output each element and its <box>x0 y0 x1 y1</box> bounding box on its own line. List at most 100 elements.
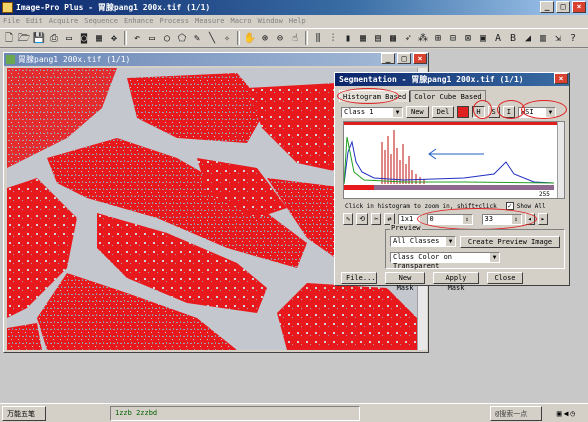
toolbar-separator <box>237 31 240 45</box>
camera-icon[interactable]: ◙ <box>77 31 91 46</box>
network-icon[interactable]: ▣ <box>557 409 562 418</box>
volume-icon[interactable]: ◀ <box>564 409 569 418</box>
macro-icon[interactable]: ⊠ <box>461 31 475 46</box>
status-text: 1zzb 2zzbd <box>115 408 158 417</box>
calibration-icon[interactable]: ⊟ <box>446 31 460 46</box>
menu-acquire[interactable]: Acquire <box>49 15 79 28</box>
histogram-scrollbar[interactable] <box>557 122 564 198</box>
range-left-icon[interactable]: ◂ <box>524 213 535 225</box>
puzzle-icon[interactable]: ✥ <box>107 31 121 46</box>
open-folder-icon[interactable]: 🗁 <box>17 31 31 46</box>
chevron-down-icon[interactable]: ▼ <box>393 107 402 117</box>
color-icon[interactable]: ▣ <box>476 31 490 46</box>
cut-icon[interactable]: ✂ <box>371 213 382 225</box>
segmentation-dialog[interactable]: Segmentation - 胃腺pang1 200x.tif (1/1) × … <box>334 72 570 292</box>
ellipse-icon[interactable]: ○ <box>160 31 174 46</box>
channel-i-button[interactable]: I <box>502 106 515 118</box>
help-icon[interactable]: ? <box>566 31 580 46</box>
menu-process[interactable]: Process <box>159 15 189 28</box>
apply-mask-button[interactable]: Apply Mask <box>433 272 479 292</box>
menu-file[interactable]: File <box>3 15 20 28</box>
file-button[interactable]: File... <box>341 272 377 284</box>
menu-sequence[interactable]: Sequence <box>84 15 118 28</box>
show-all-checkbox[interactable]: ✓ <box>505 202 514 210</box>
magic-wand-icon[interactable]: ✧ <box>220 31 234 46</box>
arrow-icon[interactable]: ➶ <box>401 31 415 46</box>
menu-measure[interactable]: Measure <box>195 15 225 28</box>
histogram-panel[interactable]: 255 <box>343 121 565 199</box>
zoom-in-icon[interactable]: ⊕ <box>258 31 272 46</box>
freehand-icon[interactable]: ✎ <box>190 31 204 46</box>
clock-icon[interactable]: ◷ <box>570 409 575 418</box>
image-icon[interactable]: ▦ <box>92 31 106 46</box>
rectangle-icon[interactable]: ▭ <box>145 31 159 46</box>
print-icon[interactable]: ⎙ <box>47 31 61 46</box>
image-icon <box>6 55 15 64</box>
line-icon[interactable]: ╲ <box>205 31 219 46</box>
levels-icon[interactable]: ⫼ <box>311 31 325 46</box>
polygon-icon[interactable]: ⬠ <box>175 31 189 46</box>
tab-color-cube-based[interactable]: Color Cube Based <box>410 90 486 102</box>
close-button[interactable]: × <box>572 1 586 13</box>
menu-macro[interactable]: Macro <box>231 15 252 28</box>
new-mask-button[interactable]: New Mask <box>385 272 425 292</box>
undo-icon[interactable]: ↶ <box>130 31 144 46</box>
eyedropper-icon[interactable]: ✎ <box>343 213 354 225</box>
menu-window[interactable]: Window <box>258 15 283 28</box>
dialog-close-button[interactable]: Close <box>487 272 523 284</box>
chevron-down-icon[interactable]: ▼ <box>545 107 555 117</box>
chart-icon[interactable]: ◢ <box>521 31 535 46</box>
tile-icon[interactable]: ▩ <box>386 31 400 46</box>
menu-enhance[interactable]: Enhance <box>124 15 154 28</box>
segmentation-titlebar[interactable]: Segmentation - 胃腺pang1 200x.tif (1/1) × <box>335 73 569 86</box>
menu-help[interactable]: Help <box>289 15 306 28</box>
pointer-icon[interactable]: ☝ <box>288 31 302 46</box>
channel-h-button[interactable]: H <box>472 106 485 118</box>
minimize-button[interactable]: _ <box>540 1 554 13</box>
color-mode-select[interactable]: Class Color on Transparent ▼ <box>390 252 500 270</box>
export-icon[interactable]: ⇲ <box>551 31 565 46</box>
taskbar-ime-item[interactable]: 万能五笔 <box>2 405 46 421</box>
equalize-icon[interactable]: ⫶ <box>326 31 340 46</box>
zoom-select-value: 1x1 <box>400 214 414 223</box>
range-right-icon[interactable]: ▸ <box>537 213 548 225</box>
grid-icon[interactable]: ▦ <box>356 31 370 46</box>
spinner-icon[interactable]: ⇕ <box>462 214 472 224</box>
chevron-down-icon[interactable]: ▼ <box>446 237 455 246</box>
color-model-select[interactable]: HSI ▼ <box>517 106 556 118</box>
class-select[interactable]: Class 1 ▼ <box>341 106 403 118</box>
segmentation-close-button[interactable]: × <box>554 73 568 84</box>
refresh-icon[interactable]: ⟲ <box>356 213 369 225</box>
zoom-out-icon[interactable]: ⊖ <box>273 31 287 46</box>
image-window-titlebar[interactable]: 胃腺pang1 200x.tif (1/1) _ □ × <box>4 53 428 66</box>
tab-histogram-based[interactable]: Histogram Based <box>339 90 411 102</box>
zoom-select[interactable]: 1x1 <box>397 213 420 225</box>
text-icon[interactable]: A <box>491 31 505 46</box>
range-max-input[interactable]: 33 ⇕ <box>481 213 522 225</box>
new-file-icon[interactable]: 🗋 <box>2 31 16 46</box>
menu-edit[interactable]: Edit <box>26 15 43 28</box>
maximize-button[interactable]: □ <box>556 1 570 13</box>
range-min-input[interactable]: 0 ⇕ <box>426 213 473 225</box>
report-icon[interactable]: ▥ <box>536 31 550 46</box>
measure-icon[interactable]: ⊞ <box>431 31 445 46</box>
new-class-button[interactable]: New <box>406 106 429 118</box>
spinner-icon[interactable]: ⇕ <box>511 214 521 224</box>
taskbar-search-item[interactable]: @搜索一点 <box>490 405 542 421</box>
classes-select[interactable]: All Classes ▼ <box>390 236 456 247</box>
count-icon[interactable]: ⁂ <box>416 31 430 46</box>
pan-icon[interactable]: ✋ <box>243 31 257 46</box>
image-maximize-button[interactable]: □ <box>397 53 411 64</box>
filter-icon[interactable]: ▤ <box>371 31 385 46</box>
channel-s-button[interactable]: S <box>487 106 500 118</box>
create-preview-button[interactable]: Create Preview Image <box>460 236 560 248</box>
image-close-button[interactable]: × <box>413 53 427 64</box>
text-format-icon[interactable]: B <box>506 31 520 46</box>
histogram-icon[interactable]: ▮ <box>341 31 355 46</box>
image-minimize-button[interactable]: _ <box>381 53 395 64</box>
scanner-icon[interactable]: ▭ <box>62 31 76 46</box>
save-icon[interactable]: 💾 <box>32 31 46 46</box>
class-color-swatch[interactable] <box>457 106 470 118</box>
chevron-down-icon[interactable]: ▼ <box>490 253 499 262</box>
delete-class-button[interactable]: Del <box>431 106 455 118</box>
